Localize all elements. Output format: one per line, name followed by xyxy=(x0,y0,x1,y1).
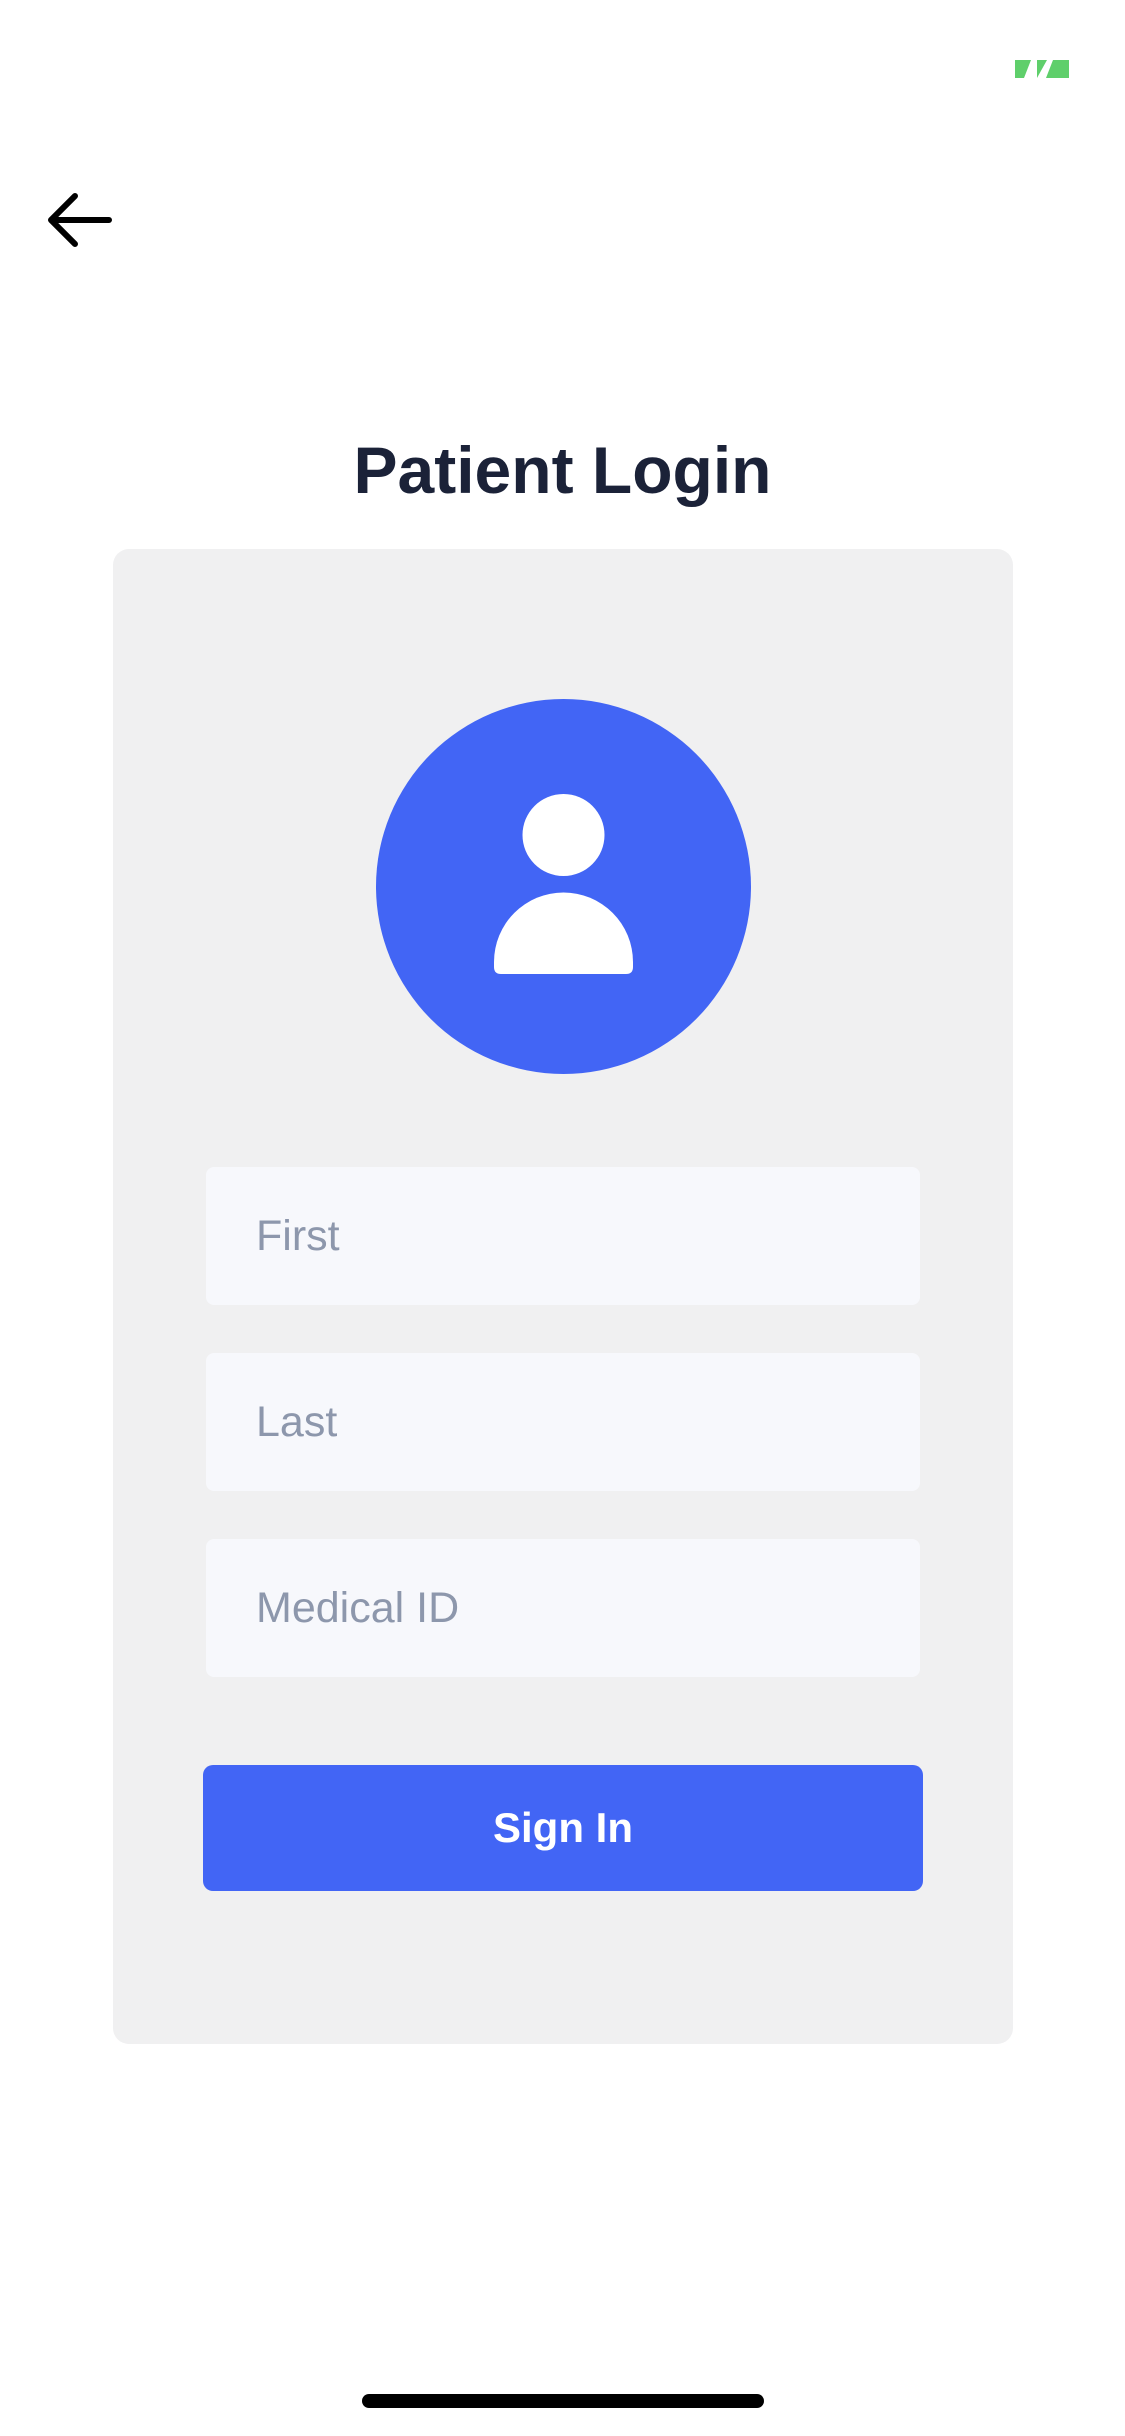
home-indicator[interactable] xyxy=(362,2394,764,2408)
page-title: Patient Login xyxy=(353,433,772,507)
login-screen: Patient Login Sign In xyxy=(0,0,1125,2436)
sign-in-button[interactable]: Sign In xyxy=(203,1765,923,1891)
first-name-field[interactable] xyxy=(206,1167,920,1305)
battery-charging-icon xyxy=(1015,60,1069,78)
user-icon xyxy=(494,794,633,974)
login-card: Sign In xyxy=(113,549,1013,2044)
arrow-left-icon xyxy=(48,193,112,247)
back-button[interactable] xyxy=(30,170,130,270)
medical-id-field[interactable] xyxy=(206,1539,920,1677)
avatar xyxy=(376,699,751,1074)
last-name-field[interactable] xyxy=(206,1353,920,1491)
status-bar xyxy=(0,0,1125,132)
